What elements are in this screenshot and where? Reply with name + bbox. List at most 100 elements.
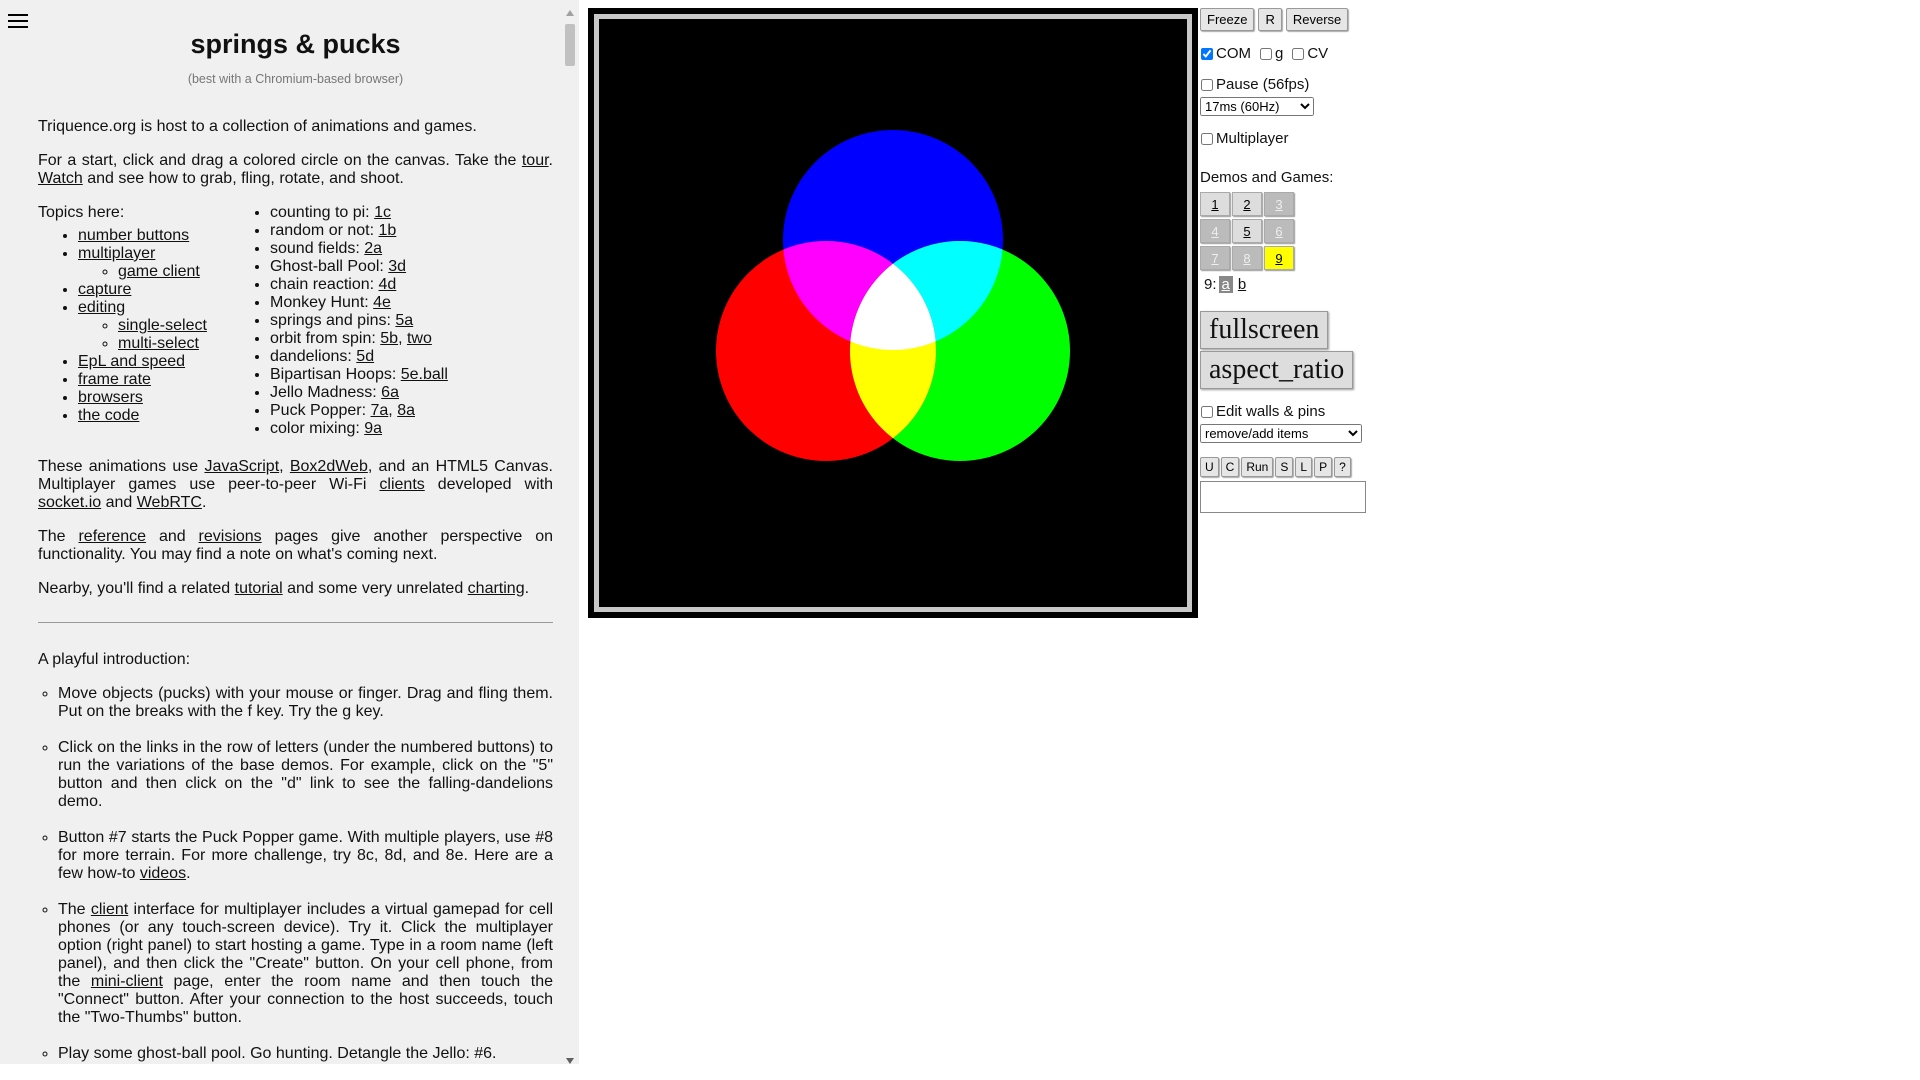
- videos-link[interactable]: videos: [140, 865, 186, 882]
- capture-textarea[interactable]: [1200, 481, 1366, 513]
- webrtc-link[interactable]: WebRTC: [137, 494, 202, 511]
- topic-single-select[interactable]: single-select: [118, 317, 207, 334]
- demo-label: Monkey Hunt:: [270, 294, 374, 311]
- revisions-link[interactable]: revisions: [199, 528, 262, 545]
- tutorial-link[interactable]: tutorial: [235, 580, 283, 597]
- tech-paragraph: These animations use JavaScript, Box2dWe…: [38, 458, 553, 512]
- demo-link[interactable]: 7a: [371, 402, 389, 419]
- demo-list-item: springs and pins: 5a: [270, 312, 448, 330]
- clients-link[interactable]: clients: [379, 476, 424, 493]
- demo-link[interactable]: 5b: [380, 330, 398, 347]
- demo-link[interactable]: 5a: [395, 312, 413, 329]
- r-button[interactable]: R: [1258, 8, 1282, 31]
- cv-checkbox[interactable]: [1292, 47, 1305, 60]
- topic-number-buttons[interactable]: number buttons: [78, 227, 189, 244]
- demo-button-5[interactable]: 5: [1232, 219, 1262, 243]
- aspect-ratio-button[interactable]: aspect_ratio: [1200, 351, 1354, 389]
- help-button[interactable]: ?: [1334, 457, 1351, 477]
- fullscreen-label-b: screen: [1247, 314, 1320, 345]
- variant-a-link[interactable]: a: [1218, 276, 1233, 293]
- topic-capture[interactable]: capture: [78, 281, 131, 298]
- multiplayer-checkbox[interactable]: [1201, 132, 1213, 145]
- topic-multi-select[interactable]: multi-select: [118, 335, 199, 352]
- topic-multiplayer[interactable]: multiplayer: [78, 245, 155, 262]
- demo-label: chain reaction:: [270, 276, 379, 293]
- topic-editing[interactable]: editing: [78, 299, 125, 316]
- demo-link[interactable]: 4e: [373, 294, 391, 311]
- demo-number-buttons: 1 2 3 4 5 6 7 8 9: [1200, 192, 1380, 270]
- reference-link[interactable]: reference: [78, 528, 146, 545]
- demo-button-1[interactable]: 1: [1200, 192, 1230, 216]
- demo-link[interactable]: 5d: [356, 348, 374, 365]
- box2dweb-link[interactable]: Box2dWeb: [290, 458, 368, 475]
- demo-links-list: counting to pi: 1crandom or not: 1bsound…: [250, 204, 448, 438]
- com-checkbox[interactable]: [1201, 47, 1213, 60]
- demo-list-item: Jello Madness: 6a: [270, 384, 448, 402]
- list-item: Click on the links in the row of letters…: [58, 739, 553, 811]
- physics-canvas[interactable]: [588, 8, 1198, 618]
- fullscreen-label-a: full: [1209, 314, 1248, 345]
- demo-button-7[interactable]: 7: [1200, 246, 1230, 270]
- tour-link[interactable]: tour: [522, 152, 549, 169]
- p-button[interactable]: P: [1314, 457, 1333, 477]
- charting-link[interactable]: charting: [468, 580, 525, 597]
- demo-link[interactable]: 3d: [388, 258, 406, 275]
- scroll-down-arrow-icon[interactable]: [566, 1058, 574, 1064]
- text: developed with: [424, 476, 554, 493]
- multiplayer-label: Multiplayer: [1216, 130, 1289, 147]
- run-button[interactable]: Run: [1241, 457, 1274, 477]
- topic-frame-rate[interactable]: frame rate: [78, 371, 151, 388]
- demo-list-item: Ghost-ball Pool: 3d: [270, 258, 448, 276]
- reverse-button[interactable]: Reverse: [1285, 8, 1349, 31]
- demo-button-3[interactable]: 3: [1264, 192, 1294, 216]
- demo-link[interactable]: 5e.ball: [401, 366, 448, 383]
- g-checkbox[interactable]: [1260, 47, 1272, 60]
- demo-link[interactable]: 1b: [379, 222, 397, 239]
- variant-b-link[interactable]: b: [1235, 276, 1249, 293]
- edit-walls-checkbox[interactable]: [1201, 405, 1213, 418]
- fullscreen-button[interactable]: fullscreen: [1200, 311, 1329, 349]
- frame-rate-select[interactable]: 17ms (60Hz): [1200, 97, 1314, 116]
- mini-client-link[interactable]: mini-client: [91, 973, 163, 990]
- pause-checkbox[interactable]: [1201, 78, 1213, 91]
- control-panel: Freeze R Reverse COM g CV Pause (56fps) …: [1200, 8, 1380, 513]
- scroll-up-arrow-icon[interactable]: [566, 10, 574, 16]
- demo-link[interactable]: 1c: [374, 204, 391, 221]
- scroll-thumb[interactable]: [565, 24, 575, 66]
- capture-buttons: U C Run S L P ?: [1200, 457, 1380, 477]
- text: Button #7 starts the Puck Popper game. W…: [58, 829, 553, 882]
- color-mixing-scene[interactable]: [588, 8, 1198, 618]
- topic-game-client[interactable]: game client: [118, 263, 200, 280]
- demo-link[interactable]: 8a: [397, 402, 415, 419]
- s-button[interactable]: S: [1275, 457, 1294, 477]
- demo-button-4[interactable]: 4: [1200, 219, 1230, 243]
- topic-epl-speed[interactable]: EpL and speed: [78, 353, 185, 370]
- watch-link[interactable]: Watch: [38, 170, 83, 187]
- text: and: [146, 528, 199, 545]
- javascript-link[interactable]: JavaScript: [204, 458, 279, 475]
- topic-browsers[interactable]: browsers: [78, 389, 143, 406]
- u-button[interactable]: U: [1200, 457, 1219, 477]
- left-panel-scrollbar[interactable]: [562, 0, 579, 1064]
- hamburger-menu-icon[interactable]: [8, 14, 28, 30]
- freeze-button[interactable]: Freeze: [1200, 8, 1255, 31]
- demo-link[interactable]: 4d: [379, 276, 397, 293]
- l-button[interactable]: L: [1295, 457, 1313, 477]
- socketio-link[interactable]: socket.io: [38, 494, 101, 511]
- demo-link[interactable]: 9a: [364, 420, 382, 437]
- demo-list-item: color mixing: 9a: [270, 420, 448, 438]
- demo-label: color mixing:: [270, 420, 365, 437]
- text: .: [548, 152, 553, 169]
- demo-link[interactable]: 2a: [364, 240, 382, 257]
- demo-link[interactable]: 6a: [381, 384, 399, 401]
- topic-the-code[interactable]: the code: [78, 407, 139, 424]
- demo-button-2[interactable]: 2: [1232, 192, 1262, 216]
- demo-button-8[interactable]: 8: [1232, 246, 1262, 270]
- edit-walls-row: Edit walls & pins: [1200, 403, 1380, 420]
- client-link[interactable]: client: [91, 901, 128, 918]
- edit-mode-select[interactable]: remove/add items: [1200, 424, 1362, 443]
- demo-button-6[interactable]: 6: [1264, 219, 1294, 243]
- c-button[interactable]: C: [1220, 457, 1240, 477]
- demo-button-9[interactable]: 9: [1264, 246, 1294, 270]
- demo-link[interactable]: two: [407, 330, 432, 347]
